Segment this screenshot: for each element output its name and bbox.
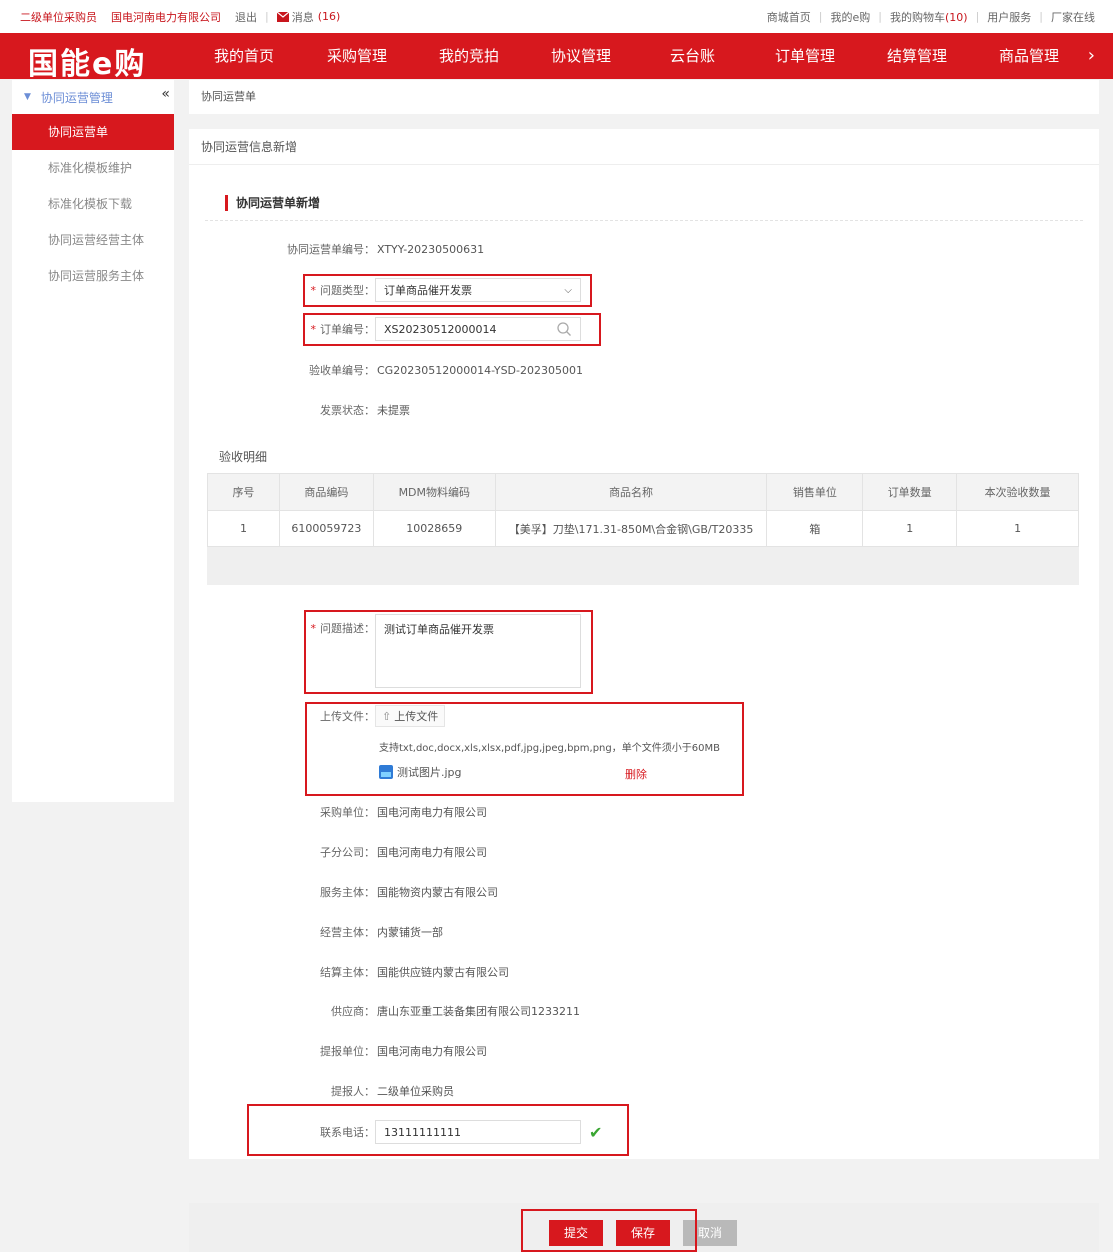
cart-count: (10) bbox=[944, 10, 968, 24]
order-no-row: 协同运营单编号： XTYY-20230500631 bbox=[189, 241, 484, 257]
highlight-box bbox=[305, 702, 744, 796]
col-accept-qty: 本次验收数量 bbox=[956, 473, 1079, 511]
messages-label: 消息 bbox=[291, 10, 314, 24]
highlight-box bbox=[521, 1209, 697, 1252]
order-no-value: XTYY-20230500631 bbox=[377, 242, 485, 256]
mall-home-link[interactable]: 商城首页 bbox=[767, 9, 811, 25]
divider bbox=[205, 220, 1083, 221]
panel-title: 协同运营信息新增 bbox=[189, 129, 1099, 165]
nav-ledger[interactable]: 云台账 bbox=[670, 33, 715, 79]
form-subtitle: 协同运营单新增 bbox=[225, 195, 320, 211]
sidebar-section[interactable]: ▼ 协同运营管理 « bbox=[12, 80, 174, 114]
vendor-online-link[interactable]: 厂家在线 bbox=[1051, 9, 1095, 25]
invoice-status-label: 发票状态： bbox=[320, 404, 375, 417]
sidebar-item-business-entity[interactable]: 协同运营经营主体 bbox=[12, 222, 174, 258]
nav-orders[interactable]: 订单管理 bbox=[775, 33, 835, 79]
main-nav: 国能e购 我的首页 采购管理 我的竞拍 协议管理 云台账 订单管理 结算管理 商… bbox=[0, 33, 1113, 82]
table-header-row: 序号 商品编码 MDM物料编码 商品名称 销售单位 订单数量 本次验收数量 bbox=[207, 473, 1079, 511]
main-panel: 协同运营信息新增 协同运营单新增 协同运营单编号： XTYY-202305006… bbox=[189, 129, 1099, 1159]
cell-product-name: 【美孚】刀垫\171.31-850M\合金钢\GB/T20335 bbox=[494, 510, 768, 547]
sidebar-item-template-download[interactable]: 标准化模板下载 bbox=[12, 186, 174, 222]
top-right-links: 商城首页 | 我的e购 | 我的购物车(10) | 用户服务 | 厂家在线 bbox=[766, 9, 1095, 25]
info-supplier: 供应商： 唐山东亚重工装备集团有限公司1233211 bbox=[331, 1005, 580, 1018]
cell-mdm-code: 10028659 bbox=[372, 510, 496, 547]
highlight-box bbox=[303, 313, 601, 346]
sidebar-item-collab-order[interactable]: 协同运营单 bbox=[12, 114, 174, 150]
divider: | bbox=[265, 10, 269, 23]
acceptance-detail-label: 验收明细 bbox=[219, 450, 268, 464]
cell-index: 1 bbox=[207, 510, 280, 547]
logo[interactable]: 国能e购 bbox=[28, 39, 146, 83]
sidebar: ▼ 协同运营管理 « 协同运营单 标准化模板维护 标准化模板下载 协同运营经营主… bbox=[12, 80, 174, 802]
nav-agreement[interactable]: 协议管理 bbox=[551, 33, 611, 79]
form-body: 协同运营单新增 协同运营单编号： XTYY-20230500631 * 问题类型：… bbox=[189, 165, 1099, 1159]
col-sales-unit: 销售单位 bbox=[766, 473, 864, 511]
info-settlement-entity: 结算主体： 国能供应链内蒙古有限公司 bbox=[320, 966, 509, 979]
cell-accept-qty: 1 bbox=[956, 510, 1079, 547]
info-purchase-unit: 采购单位： 国电河南电力有限公司 bbox=[320, 806, 487, 819]
invoice-status-value: 未提票 bbox=[377, 404, 410, 417]
col-order-qty: 订单数量 bbox=[862, 473, 958, 511]
sidebar-item-template-maintain[interactable]: 标准化模板维护 bbox=[12, 150, 174, 186]
nav-products[interactable]: 商品管理 bbox=[999, 33, 1059, 79]
top-bar: 二级单位采购员 国电河南电力有限公司 退出 | 消息 (16) 商城首页 | 我… bbox=[0, 0, 1113, 33]
my-egou-link[interactable]: 我的e购 bbox=[830, 9, 870, 25]
info-business-entity: 经营主体： 内蒙铺货一部 bbox=[320, 926, 443, 939]
nav-home[interactable]: 我的首页 bbox=[214, 33, 274, 79]
col-index: 序号 bbox=[207, 473, 280, 511]
acceptance-table: 序号 商品编码 MDM物料编码 商品名称 销售单位 订单数量 本次验收数量 1 … bbox=[207, 473, 1079, 547]
info-subsidiary: 子分公司： 国电河南电力有限公司 bbox=[320, 846, 487, 859]
nav-purchase[interactable]: 采购管理 bbox=[327, 33, 387, 79]
user-service-link[interactable]: 用户服务 bbox=[987, 9, 1031, 25]
info-reporter: 提报人： 二级单位采购员 bbox=[331, 1085, 454, 1098]
breadcrumb: 协同运营单 bbox=[189, 80, 1099, 114]
col-product-name: 商品名称 bbox=[494, 473, 768, 511]
highlight-box bbox=[303, 274, 592, 307]
invoice-status-row: 发票状态： 未提票 bbox=[189, 402, 410, 418]
info-report-unit: 提报单位： 国电河南电力有限公司 bbox=[320, 1045, 487, 1058]
caret-down-icon: ▼ bbox=[24, 92, 31, 102]
envelope-icon bbox=[276, 11, 289, 22]
sidebar-section-label: 协同运营管理 bbox=[40, 90, 113, 105]
cart-link[interactable]: 我的购物车(10) bbox=[890, 9, 968, 25]
order-no-label: 协同运营单编号： bbox=[287, 243, 375, 256]
table-row: 1 6100059723 10028659 【美孚】刀垫\171.31-850M… bbox=[207, 510, 1079, 547]
cell-product-code: 6100059723 bbox=[278, 510, 374, 547]
user-role: 二级单位采购员 bbox=[20, 10, 97, 24]
table-footer bbox=[207, 547, 1079, 585]
cell-order-qty: 1 bbox=[862, 510, 958, 547]
messages-count: (16) bbox=[317, 10, 341, 23]
sidebar-item-service-entity[interactable]: 协同运营服务主体 bbox=[12, 258, 174, 294]
nav-settlement[interactable]: 结算管理 bbox=[887, 33, 947, 79]
logout-link[interactable]: 退出 bbox=[235, 9, 257, 25]
acceptance-no-value: CG20230512000014-YSD-202305001 bbox=[377, 363, 583, 377]
nav-auction[interactable]: 我的竞拍 bbox=[439, 33, 499, 79]
info-service-entity: 服务主体： 国能物资内蒙古有限公司 bbox=[320, 886, 498, 899]
collapse-icon[interactable]: « bbox=[161, 86, 170, 102]
col-product-code: 商品编码 bbox=[278, 473, 374, 511]
company-name: 国电河南电力有限公司 bbox=[111, 10, 221, 24]
cell-sales-unit: 箱 bbox=[766, 510, 864, 547]
highlight-box bbox=[247, 1104, 629, 1156]
highlight-box bbox=[304, 610, 593, 694]
col-mdm-code: MDM物料编码 bbox=[372, 473, 496, 511]
nav-next-icon[interactable]: › bbox=[1088, 33, 1095, 79]
messages-link[interactable]: 消息 (16) bbox=[276, 9, 341, 25]
acceptance-no-row: 验收单编号： CG20230512000014-YSD-202305001 bbox=[189, 362, 583, 378]
acceptance-no-label: 验收单编号： bbox=[309, 364, 375, 377]
